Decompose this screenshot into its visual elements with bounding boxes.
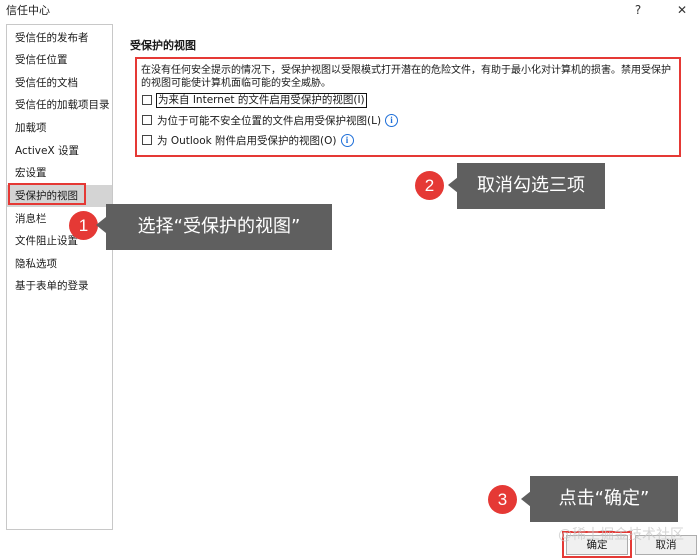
checkbox-label: 为来自 Internet 的文件启用受保护的视图(I) [156, 92, 367, 108]
checkbox-internet-files[interactable] [142, 95, 152, 105]
sidebar-item-form-based-login[interactable]: 基于表单的登录 [7, 275, 112, 297]
sidebar-item-trusted-publishers[interactable]: 受信任的发布者 [7, 27, 112, 49]
sidebar-item-macro-settings[interactable]: 宏设置 [7, 162, 112, 184]
close-icon[interactable]: ✕ [672, 1, 692, 19]
sidebar-item-privacy-options[interactable]: 隐私选项 [7, 253, 112, 275]
checkbox-unsafe-locations[interactable] [142, 115, 152, 125]
sidebar-item-file-block-settings[interactable]: 文件阻止设置 [7, 230, 112, 252]
sidebar-item-trusted-addin-catalogs[interactable]: 受信任的加载项目录 [7, 94, 112, 116]
sidebar-item-trusted-documents[interactable]: 受信任的文档 [7, 72, 112, 94]
highlight-protected-view [8, 183, 86, 205]
option-internet-files[interactable]: 为来自 Internet 的文件启用受保护的视图(I) [142, 92, 367, 108]
option-outlook-attachments[interactable]: 为 Outlook 附件启用受保护的视图(O) i [142, 132, 354, 148]
window-title: 信任中心 [6, 4, 50, 17]
sidebar-item-trusted-locations[interactable]: 受信任位置 [7, 49, 112, 71]
section-title: 受保护的视图 [130, 39, 196, 52]
step-1-arrow [96, 217, 106, 233]
step-3-badge: 3 [488, 485, 517, 514]
info-icon[interactable]: i [340, 133, 354, 147]
sidebar-item-addins[interactable]: 加载项 [7, 117, 112, 139]
checkbox-outlook-attachments[interactable] [142, 135, 152, 145]
help-icon[interactable]: ? [628, 1, 648, 19]
title-bar: 信任中心 ? ✕ [0, 0, 700, 20]
step-2-callout: 取消勾选三项 [457, 163, 605, 209]
info-icon[interactable]: i [385, 113, 399, 127]
option-unsafe-locations[interactable]: 为位于可能不安全位置的文件启用受保护视图(L) i [142, 112, 399, 128]
checkbox-label: 为 Outlook 附件启用受保护的视图(O) [157, 134, 337, 147]
checkbox-label: 为位于可能不安全位置的文件启用受保护视图(L) [157, 114, 382, 127]
sidebar-nav: 受信任的发布者 受信任位置 受信任的文档 受信任的加载项目录 加载项 Activ… [6, 24, 113, 530]
sidebar-item-activex-settings[interactable]: ActiveX 设置 [7, 140, 112, 162]
watermark: @稀土掘金技术社区 [558, 527, 684, 543]
step-2-badge: 2 [415, 171, 444, 200]
step-3-callout: 点击“确定” [530, 476, 678, 522]
description-text: 在没有任何安全提示的情况下，受保护视图以受限模式打开潜在的危险文件，有助于最小化… [141, 65, 671, 89]
step-1-badge: 1 [69, 211, 98, 240]
step-1-callout: 选择“受保护的视图” [106, 204, 332, 250]
